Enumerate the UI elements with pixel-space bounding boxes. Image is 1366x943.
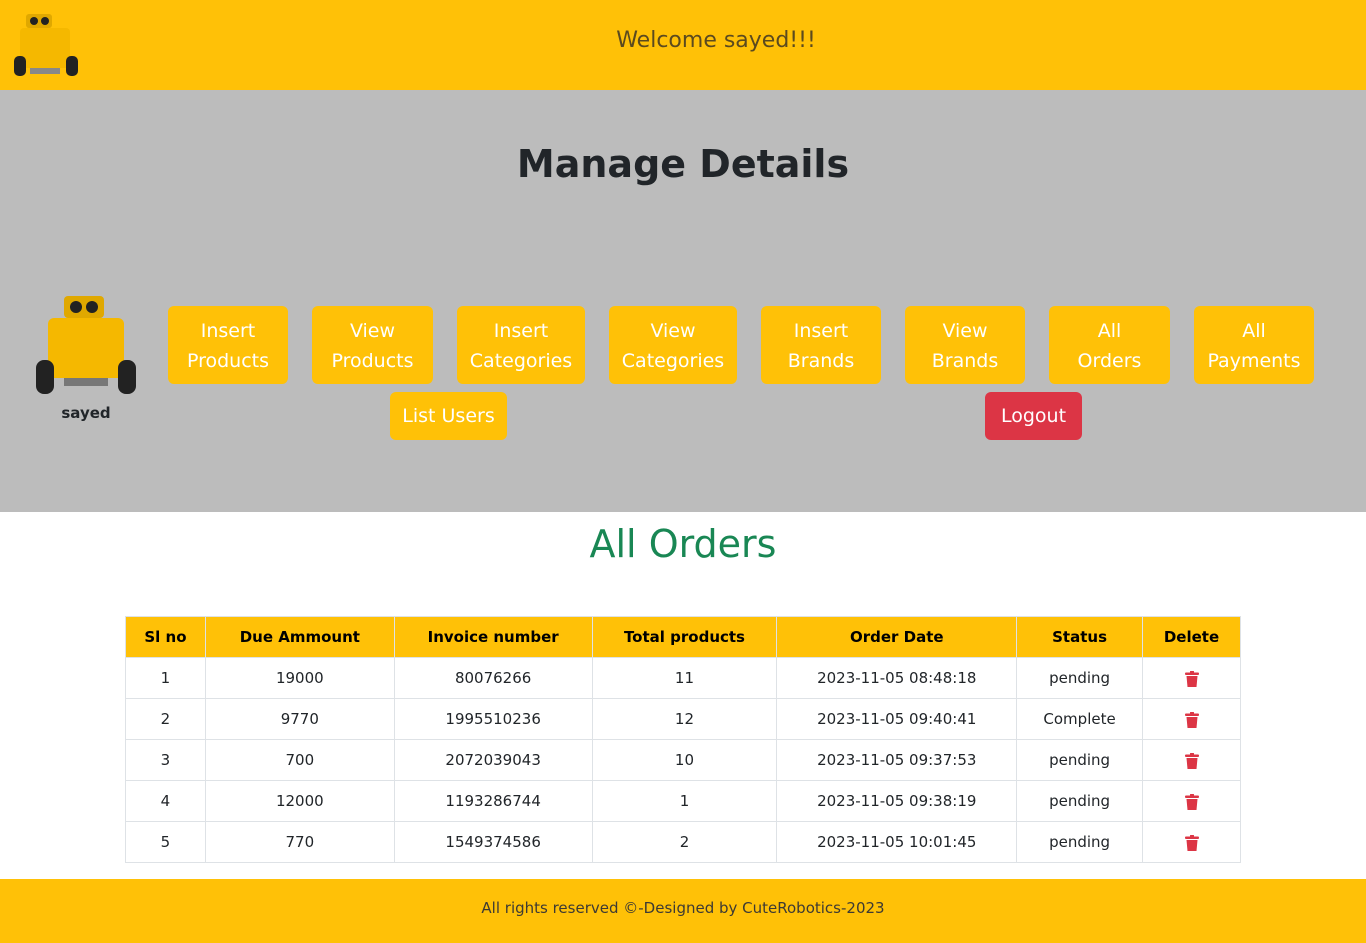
table-cell: pending (1016, 739, 1144, 781)
insert-categories-button[interactable]: Insert Categories (457, 306, 585, 384)
table-cell: 2023-11-05 09:38:19 (776, 780, 1018, 822)
column-header: Status (1016, 616, 1144, 658)
table-header-row: Sl no Due Ammount Invoice number Total p… (125, 616, 1241, 658)
table-row: 2 9770 1995510236 12 2023-11-05 09:40:41 Comp… (125, 698, 1241, 740)
table-cell: 2023-11-05 10:01:45 (776, 821, 1018, 863)
view-brands-button[interactable]: View Brands (905, 306, 1025, 384)
table-cell: 4 (125, 780, 206, 822)
delete-cell[interactable] (1142, 821, 1241, 863)
column-header: Order Date (776, 616, 1018, 658)
table-cell: 11 (591, 657, 778, 699)
table-cell: 1193286744 (393, 780, 593, 822)
insert-products-button[interactable]: Insert Products (168, 306, 288, 384)
table-cell: 700 (204, 739, 395, 781)
avatar (36, 296, 136, 394)
table-row: 3 700 2072039043 10 2023-11-05 09:37:53 pendi… (125, 739, 1241, 781)
table-row: 4 12000 1193286744 1 2023-11-05 09:38:19 pend… (125, 780, 1241, 822)
table-cell: 9770 (204, 698, 395, 740)
table-cell: 2023-11-05 08:48:18 (776, 657, 1018, 699)
table-cell: 12000 (204, 780, 395, 822)
all-payments-button[interactable]: All Payments (1194, 306, 1314, 384)
list-users-button[interactable]: List Users (390, 392, 507, 440)
table-cell: pending (1016, 821, 1144, 863)
trash-icon[interactable] (1184, 834, 1199, 851)
table-cell: 19000 (204, 657, 395, 699)
column-header: Total products (591, 616, 778, 658)
trash-icon[interactable] (1184, 793, 1199, 810)
table-cell: 2072039043 (393, 739, 593, 781)
column-header: Invoice number (393, 616, 593, 658)
view-categories-button[interactable]: View Categories (609, 306, 737, 384)
column-header: Sl no (125, 616, 206, 658)
delete-cell[interactable] (1142, 780, 1241, 822)
table-cell: 2023-11-05 09:37:53 (776, 739, 1018, 781)
orders-title: All Orders (589, 522, 777, 566)
admin-panel: Manage Details sayed Insert Products Vie… (0, 90, 1366, 512)
orders-table: Sl no Due Ammount Invoice number Total p… (125, 616, 1241, 863)
table-cell: 10 (591, 739, 778, 781)
table-cell: 770 (204, 821, 395, 863)
view-products-button[interactable]: View Products (312, 306, 433, 384)
table-row: 5 770 1549374586 2 2023-11-05 10:01:45 pendin… (125, 821, 1241, 863)
insert-brands-button[interactable]: Insert Brands (761, 306, 881, 384)
trash-icon[interactable] (1184, 670, 1199, 687)
column-header: Delete (1142, 616, 1241, 658)
table-row: 1 19000 80076266 11 2023-11-05 08:48:18 pendi… (125, 657, 1241, 699)
table-cell: 80076266 (393, 657, 593, 699)
table-cell: 1995510236 (393, 698, 593, 740)
delete-cell[interactable] (1142, 739, 1241, 781)
table-cell: 1 (125, 657, 206, 699)
delete-cell[interactable] (1142, 657, 1241, 699)
table-cell: 12 (591, 698, 778, 740)
delete-cell[interactable] (1142, 698, 1241, 740)
table-cell: 2023-11-05 09:40:41 (776, 698, 1018, 740)
table-cell: 3 (125, 739, 206, 781)
logout-button[interactable]: Logout (985, 392, 1082, 440)
table-cell: 5 (125, 821, 206, 863)
table-cell: pending (1016, 657, 1144, 699)
footer: All rights reserved ©-Designed by CuteRo… (0, 879, 1366, 943)
table-cell: 2 (125, 698, 206, 740)
table-cell: 2 (591, 821, 778, 863)
table-cell: pending (1016, 780, 1144, 822)
page-title: Manage Details (516, 142, 850, 186)
all-orders-button[interactable]: All Orders (1049, 306, 1170, 384)
username-label: sayed (61, 404, 111, 422)
top-bar: Welcome sayed!!! (0, 0, 1366, 90)
trash-icon[interactable] (1184, 711, 1199, 728)
table-cell: 1 (591, 780, 778, 822)
welcome-message: Welcome sayed!!! (616, 28, 816, 53)
trash-icon[interactable] (1184, 752, 1199, 769)
column-header: Due Ammount (204, 616, 395, 658)
table-cell: 1549374586 (393, 821, 593, 863)
table-cell: Complete (1016, 698, 1144, 740)
